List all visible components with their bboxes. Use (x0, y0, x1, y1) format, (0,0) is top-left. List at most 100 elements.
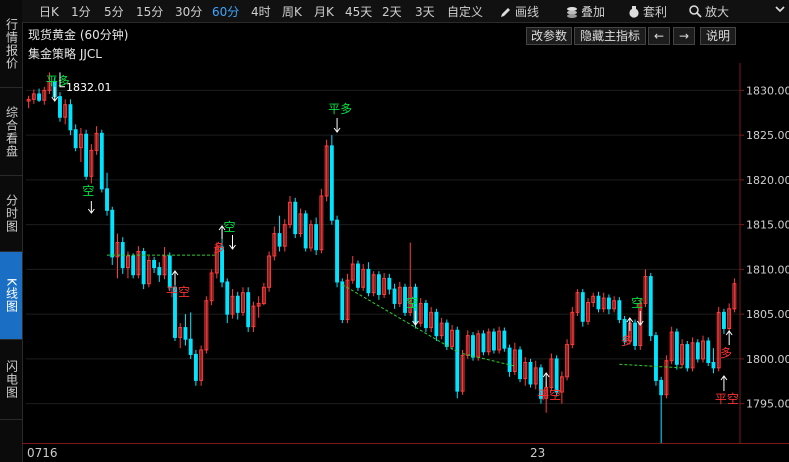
sidebar-tab-flash[interactable]: 闪电图 (0, 340, 22, 420)
period-day[interactable]: 日K (39, 3, 59, 20)
candle-body (277, 233, 282, 247)
edit-params-button[interactable]: 改参数 (526, 27, 572, 45)
period-60min[interactable]: 60分 (212, 3, 239, 20)
signal-label: 多 (720, 346, 732, 360)
candle-body (423, 302, 428, 329)
sidebar-tab-kline[interactable]: K线图 (0, 252, 22, 340)
zoom-button[interactable]: 放大 (689, 3, 729, 20)
period-month[interactable]: 月K (314, 3, 334, 20)
signal-label: 空 (406, 296, 418, 310)
candle-body (356, 263, 360, 288)
draw-line-button[interactable]: 画线 (500, 3, 539, 20)
period-week[interactable]: 周K (282, 3, 302, 20)
strategy-label: 集金策略 JJCL (28, 47, 102, 61)
time-axis-line (22, 443, 789, 444)
candle-body (633, 322, 637, 346)
sidebar-tab-quotes[interactable]: 行情报价 (0, 0, 22, 88)
candle-body (617, 300, 622, 321)
y-tick-label: 1830.00 (746, 84, 789, 97)
signal-label: 空 (82, 184, 94, 198)
candle-body (329, 145, 334, 221)
candle-body (502, 330, 507, 349)
prev-button[interactable]: ← (648, 27, 670, 45)
candle-body (648, 276, 653, 337)
template-label: 套利 (643, 5, 668, 19)
y-tick-label: 1805.00 (746, 308, 789, 321)
template-button[interactable]: 套利 (628, 3, 667, 20)
candle-body (606, 297, 611, 310)
stack-icon (567, 6, 577, 18)
candle-body (152, 259, 157, 269)
candle-body (335, 219, 340, 283)
candle-body (596, 295, 601, 310)
candle-body (580, 292, 585, 322)
period-30min[interactable]: 30分 (175, 3, 202, 20)
signal-dashed-line (462, 353, 515, 367)
period-custom[interactable]: 自定义 (447, 3, 483, 20)
sidebar-tab-overview[interactable]: 综合看盘 (0, 88, 22, 176)
candle-body (183, 327, 188, 340)
candle-body (73, 129, 78, 149)
candle-body (491, 331, 496, 351)
draw-line-label: 画线 (515, 5, 540, 19)
candle-body (434, 311, 439, 337)
candle-body (376, 274, 381, 295)
signal-label: 平空 (715, 392, 739, 406)
sidebar-tab-label: 分时图 (4, 194, 19, 233)
candle-body (392, 288, 397, 304)
candle-body (167, 255, 172, 288)
candle-body (507, 347, 512, 372)
period-1min[interactable]: 1分 (71, 3, 91, 20)
instrument-title: 现货黄金 (60分钟) (28, 28, 129, 42)
time-label-mid: 23 (530, 446, 546, 460)
period-15min[interactable]: 15分 (136, 3, 163, 20)
chevron-down-icon (775, 6, 785, 13)
candlestick-chart[interactable]: 平多空空多平空平多空平空空多平空多1832.011790.39 1830.001… (22, 63, 789, 443)
chart-grid (26, 89, 740, 405)
candle-body (518, 349, 522, 380)
chart-header: 现货黄金 (60分钟) 集金策略 JJCL 改参数 隐藏主指标 ← → 说明 (22, 23, 789, 63)
candle-body (193, 353, 198, 381)
candle-body (528, 361, 533, 385)
candle-body (303, 213, 308, 249)
signal-label: 多 (213, 241, 225, 255)
toolbar: 日K 1分 5分 15分 30分 60分 4时 周K 月K 45天 2天 3天 … (22, 0, 789, 23)
help-button[interactable]: 说明 (700, 27, 736, 45)
signal-label: 空 (224, 220, 236, 234)
candle-body (37, 93, 42, 101)
period-3day[interactable]: 3天 (415, 3, 435, 20)
period-2day[interactable]: 2天 (382, 3, 402, 20)
candle-body (58, 96, 62, 118)
candle-body (68, 104, 73, 131)
candle-body (141, 251, 146, 285)
signal-label: 多 (621, 334, 633, 348)
price-axis: 1830.00 1825.00 1820.00 1815.00 1810.00 1805.… (739, 63, 789, 443)
candle-body (366, 268, 371, 294)
sidebar: 行情报价 综合看盘 分时图 K线图 闪电图 (0, 0, 23, 462)
sidebar-tab-timeshare[interactable]: 分时图 (0, 176, 22, 252)
y-tick-label: 1795.00 (746, 398, 789, 411)
sidebar-tab-label: 综合看盘 (4, 105, 19, 158)
candles (26, 72, 737, 443)
candle-body (387, 277, 392, 290)
period-5min[interactable]: 5分 (104, 3, 124, 20)
time-label-start: 0716 (27, 446, 58, 460)
candle-body (685, 344, 690, 369)
more-button[interactable] (774, 3, 786, 15)
pencil-icon (501, 7, 510, 17)
y-tick-label: 1825.00 (746, 129, 789, 142)
candle-body (706, 340, 711, 363)
candle-body (235, 295, 240, 313)
candle-body (481, 333, 486, 353)
signal-label: 平多 (328, 102, 352, 116)
next-button[interactable]: → (673, 27, 695, 45)
y-tick-label: 1810.00 (746, 263, 789, 276)
hide-indicator-button[interactable]: 隐藏主指标 (574, 27, 646, 45)
signal-label: 空 (631, 296, 643, 310)
period-45day[interactable]: 45天 (345, 3, 372, 20)
overlay-button[interactable]: 叠加 (566, 3, 605, 20)
candle-body (225, 281, 230, 315)
y-tick-label: 1800.00 (746, 353, 789, 366)
candle-body (293, 201, 298, 235)
period-4h[interactable]: 4时 (251, 3, 271, 20)
